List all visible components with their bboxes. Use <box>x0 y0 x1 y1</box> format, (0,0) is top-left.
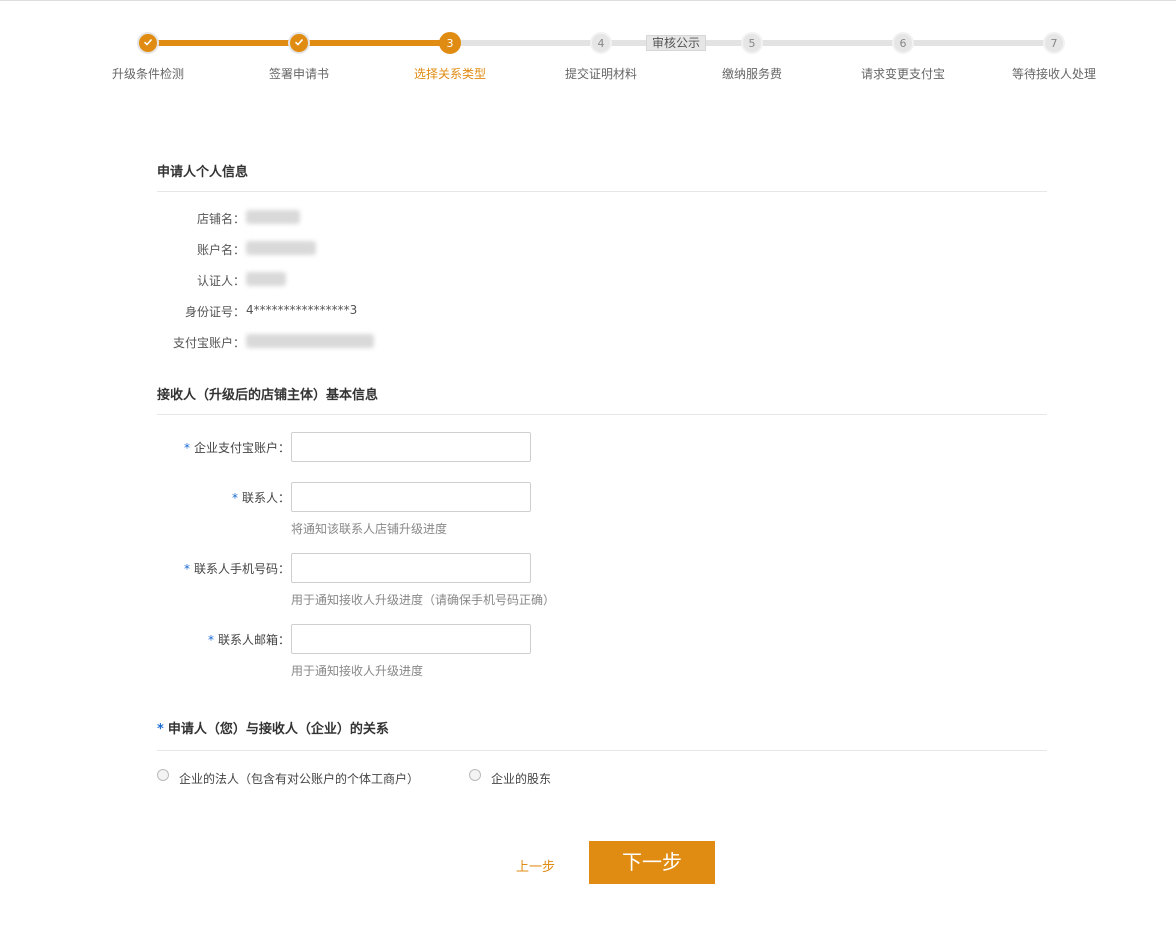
contact-email-label: * 联系人邮箱： <box>207 633 290 647</box>
enterprise-alipay-label: * 企业支付宝账户： <box>183 441 290 455</box>
step-7-node: 7 <box>1043 32 1065 54</box>
step-7-label: 等待接收人处理 <box>1011 67 1096 81</box>
info-label: 身份证号： <box>184 305 245 319</box>
required-mark: * <box>183 441 190 455</box>
info-label: 认证人： <box>196 274 245 288</box>
review-badge: 审核公示 <box>646 35 706 51</box>
progress-stepper: 3 4 5 6 7 审核公示 升级条件检测 签署申请书 选择关系类型 提交证明材… <box>0 0 1176 100</box>
id-number-value: 4****************3 <box>246 303 358 317</box>
relation-shareholder-radio[interactable] <box>469 769 481 781</box>
contact-email-input[interactable] <box>291 624 531 654</box>
check-icon <box>143 38 153 46</box>
step-2-node <box>288 32 310 54</box>
info-label: 账户名： <box>196 243 245 257</box>
redacted-value <box>246 334 374 348</box>
relation-legal-rep-label[interactable]: 企业的法人（包含有对公账户的个体工商户） <box>179 770 419 787</box>
contact-phone-hint: 用于通知接收人升级进度（请确保手机号码正确） <box>291 593 556 607</box>
required-mark: * <box>183 562 190 576</box>
step-6-label: 请求变更支付宝 <box>860 67 945 81</box>
step-6-node: 6 <box>892 32 914 54</box>
step-1-label: 升级条件检测 <box>111 67 184 81</box>
prev-step-link[interactable]: 上一步 <box>516 856 555 875</box>
divider <box>157 750 1047 751</box>
step-4-label: 提交证明材料 <box>564 67 637 81</box>
divider <box>157 191 1047 192</box>
step-4-node: 4 <box>590 32 612 54</box>
receiver-section-title: 接收人（升级后的店铺主体）基本信息 <box>157 388 379 403</box>
relation-shareholder-label[interactable]: 企业的股东 <box>491 770 551 787</box>
enterprise-alipay-input[interactable] <box>291 432 531 462</box>
divider <box>157 414 1047 415</box>
contact-phone-label: * 联系人手机号码： <box>183 562 290 576</box>
required-mark: * <box>157 722 164 737</box>
relation-section-title: * 申请人（您）与接收人（企业）的关系 <box>157 722 389 737</box>
info-label: 店铺名： <box>196 212 245 226</box>
applicant-section-title: 申请人个人信息 <box>157 165 249 180</box>
info-label: 支付宝账户： <box>172 336 245 350</box>
redacted-value <box>246 272 286 286</box>
relation-legal-rep-radio[interactable] <box>157 769 169 781</box>
check-icon <box>294 38 304 46</box>
contact-hint: 将通知该联系人店铺升级进度 <box>291 522 448 536</box>
step-1-node <box>137 32 159 54</box>
step-3-node: 3 <box>439 32 461 54</box>
contact-label: * 联系人： <box>231 491 290 505</box>
contact-email-hint: 用于通知接收人升级进度 <box>291 664 424 678</box>
required-mark: * <box>231 491 238 505</box>
step-5-label: 缴纳服务费 <box>721 67 782 81</box>
redacted-value <box>246 241 316 255</box>
step-3-label: 选择关系类型 <box>413 67 486 81</box>
step-5-node: 5 <box>741 32 763 54</box>
contact-input[interactable] <box>291 482 531 512</box>
contact-phone-input[interactable] <box>291 553 531 583</box>
next-step-button[interactable]: 下一步 <box>589 841 715 884</box>
required-mark: * <box>207 633 214 647</box>
step-2-label: 签署申请书 <box>268 67 329 81</box>
redacted-value <box>246 210 300 224</box>
